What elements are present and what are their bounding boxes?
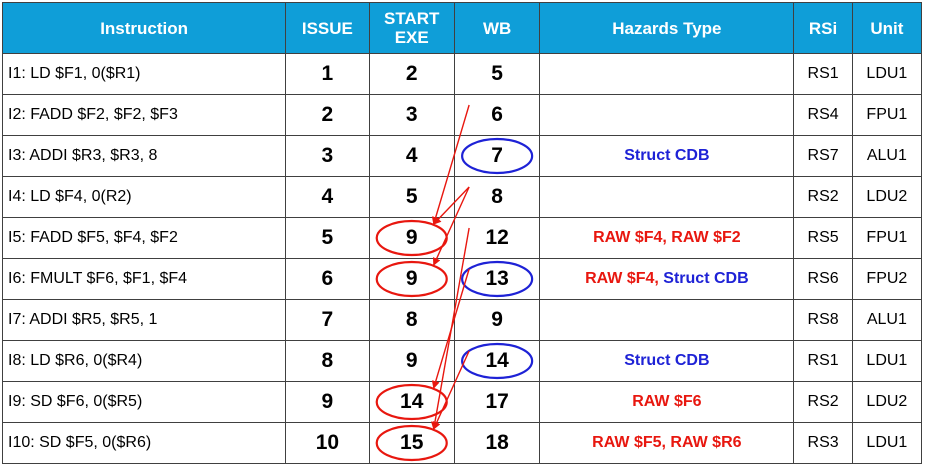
start-exe-cell: 2 (368, 53, 455, 95)
issue-cell: 7 (285, 299, 370, 341)
start-exe-cell: 5 (368, 176, 455, 218)
wb-cell: 5 (453, 53, 541, 95)
table-row: I7: ADDI $R5, $R5, 1 7 8 9 RS8 ALU1 (1, 299, 923, 341)
wb-cell: 18 (453, 422, 541, 464)
issue-cell: 5 (285, 217, 370, 259)
unit-cell: ALU1 (851, 135, 923, 177)
unit-cell: LDU2 (851, 381, 923, 423)
unit-cell: FPU1 (851, 217, 923, 259)
rsi-cell: RS2 (793, 176, 853, 218)
table-row: I3: ADDI $R3, $R3, 8 3 4 7 Struct CDB RS7 ALU1 (1, 135, 923, 177)
rsi-cell: RS4 (793, 94, 853, 136)
unit-cell: LDU2 (851, 176, 923, 218)
hazards-cell (539, 176, 795, 218)
rsi-cell: RS1 (793, 53, 853, 95)
start-exe-cell: 9 (368, 258, 455, 300)
instruction-cell: I8: LD $R6, 0($R4) (1, 340, 287, 382)
hazard-label: Struct CDB (624, 147, 710, 164)
instruction-cell: I4: LD $F4, 0(R2) (1, 176, 287, 218)
table-row: I2: FADD $F2, $F2, $F3 2 3 6 RS4 FPU1 (1, 94, 923, 136)
rsi-cell: RS7 (793, 135, 853, 177)
rsi-cell: RS3 (793, 422, 853, 464)
issue-cell: 8 (285, 340, 370, 382)
table-row: I5: FADD $F5, $F4, $F2 5 9 12 RAW $F4, RAW $… (1, 217, 923, 259)
issue-cell: 1 (285, 53, 370, 95)
rsi-cell: RS2 (793, 381, 853, 423)
hazard-label: RAW $F4, (585, 270, 664, 287)
unit-cell: LDU1 (851, 422, 923, 464)
issue-cell: 6 (285, 258, 370, 300)
header-row: Instruction ISSUE START EXE WB Hazards T… (1, 2, 923, 54)
start-exe-cell: 15 (368, 422, 455, 464)
schedule-slide: Instruction ISSUE START EXE WB Hazards T… (0, 0, 926, 474)
hazard-label: Struct CDB (624, 352, 710, 369)
unit-cell: LDU1 (851, 53, 923, 95)
header-start-exe: START EXE (368, 2, 455, 54)
instruction-cell: I6: FMULT $F6, $F1, $F4 (1, 258, 287, 300)
wb-cell: 6 (453, 94, 541, 136)
header-wb: WB (453, 2, 541, 54)
hazards-cell (539, 53, 795, 95)
table-row: I1: LD $F1, 0($R1) 1 2 5 RS1 LDU1 (1, 53, 923, 95)
header-issue: ISSUE (285, 2, 370, 54)
hazard-label: Struct CDB (663, 270, 749, 287)
hazard-label: RAW $F6 (632, 393, 702, 410)
header-hazards-type: Hazards Type (539, 2, 795, 54)
header-instruction: Instruction (1, 2, 287, 54)
hazards-cell: Struct CDB (539, 135, 795, 177)
scheduling-table: Instruction ISSUE START EXE WB Hazards T… (1, 2, 923, 464)
rsi-cell: RS5 (793, 217, 853, 259)
start-exe-cell: 3 (368, 94, 455, 136)
hazards-cell (539, 299, 795, 341)
wb-cell: 7 (453, 135, 541, 177)
issue-cell: 4 (285, 176, 370, 218)
header-unit: Unit (851, 2, 923, 54)
instruction-cell: I7: ADDI $R5, $R5, 1 (1, 299, 287, 341)
unit-cell: ALU1 (851, 299, 923, 341)
header-start-exe-line1: START (384, 9, 440, 28)
hazards-cell (539, 94, 795, 136)
unit-cell: LDU1 (851, 340, 923, 382)
rsi-cell: RS8 (793, 299, 853, 341)
issue-cell: 3 (285, 135, 370, 177)
instruction-cell: I2: FADD $F2, $F2, $F3 (1, 94, 287, 136)
start-exe-cell: 9 (368, 340, 455, 382)
start-exe-cell: 9 (368, 217, 455, 259)
hazard-label: RAW $F4, RAW $F2 (593, 229, 741, 246)
header-rsi: RSi (793, 2, 853, 54)
instruction-cell: I1: LD $F1, 0($R1) (1, 53, 287, 95)
wb-cell: 8 (453, 176, 541, 218)
wb-cell: 17 (453, 381, 541, 423)
table-row: I8: LD $R6, 0($R4) 8 9 14 Struct CDB RS1 LDU1 (1, 340, 923, 382)
issue-cell: 10 (285, 422, 370, 464)
start-exe-cell: 14 (368, 381, 455, 423)
instruction-cell: I5: FADD $F5, $F4, $F2 (1, 217, 287, 259)
instruction-cell: I3: ADDI $R3, $R3, 8 (1, 135, 287, 177)
wb-cell: 12 (453, 217, 541, 259)
hazards-cell: RAW $F4, RAW $F2 (539, 217, 795, 259)
instruction-cell: I10: SD $F5, 0($R6) (1, 422, 287, 464)
unit-cell: FPU2 (851, 258, 923, 300)
issue-cell: 2 (285, 94, 370, 136)
start-exe-cell: 8 (368, 299, 455, 341)
rsi-cell: RS6 (793, 258, 853, 300)
table-row: I4: LD $F4, 0(R2) 4 5 8 RS2 LDU2 (1, 176, 923, 218)
wb-cell: 14 (453, 340, 541, 382)
rsi-cell: RS1 (793, 340, 853, 382)
instruction-cell: I9: SD $F6, 0($R5) (1, 381, 287, 423)
start-exe-cell: 4 (368, 135, 455, 177)
table-row: I10: SD $F5, 0($R6) 10 15 18 RAW $F5, RAW $R… (1, 422, 923, 464)
issue-cell: 9 (285, 381, 370, 423)
wb-cell: 9 (453, 299, 541, 341)
hazard-label: RAW $F5, RAW $R6 (592, 434, 742, 451)
header-start-exe-line2: EXE (394, 28, 429, 47)
hazards-cell: RAW $F4, Struct CDB (539, 258, 795, 300)
wb-cell: 13 (453, 258, 541, 300)
unit-cell: FPU1 (851, 94, 923, 136)
hazards-cell: RAW $F5, RAW $R6 (539, 422, 795, 464)
hazards-cell: RAW $F6 (539, 381, 795, 423)
table-row: I9: SD $F6, 0($R5) 9 14 17 RAW $F6 RS2 LDU2 (1, 381, 923, 423)
hazards-cell: Struct CDB (539, 340, 795, 382)
table-row: I6: FMULT $F6, $F1, $F4 6 9 13 RAW $F4, Stru… (1, 258, 923, 300)
